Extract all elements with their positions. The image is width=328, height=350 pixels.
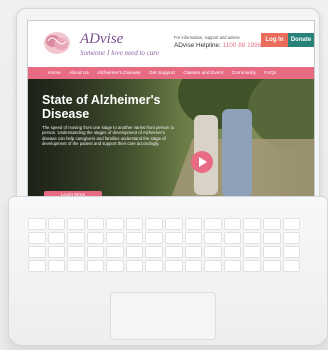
nav-item-alzheimers-disease[interactable]: Alzheimer's Disease [93, 71, 145, 76]
helpline-label: ADvise Helpline: [174, 42, 223, 49]
keyboard [28, 218, 301, 278]
brand-name[interactable]: ADvise [80, 31, 123, 48]
laptop-screen: ADvise Someone I love need to care For i… [27, 20, 315, 202]
donate-button[interactable]: Donate [288, 33, 314, 47]
nav-item-about-us[interactable]: About Us [65, 71, 93, 76]
brain-logo-icon[interactable] [42, 29, 72, 57]
trackpad [110, 292, 216, 340]
login-button[interactable]: Log In [261, 33, 288, 47]
hero-body: The speed of moving from one stage to an… [42, 125, 175, 147]
nav-item-community[interactable]: Community [227, 71, 260, 76]
nav-item-faqs[interactable]: FAQs [260, 71, 280, 76]
play-video-button[interactable] [191, 151, 213, 173]
hero-banner: State of Alzheimer's Disease The speed o… [28, 79, 314, 201]
brand-tagline: Someone I love need to care [80, 49, 159, 57]
hero-elder-figure [222, 109, 252, 197]
helpline: ADvise Helpline: 1100 88 1996 [174, 42, 261, 49]
helpline-note: For information, support and advice [174, 35, 240, 40]
hero-title: State of Alzheimer's Disease [42, 93, 161, 121]
site-header: ADvise Someone I love need to care For i… [28, 21, 314, 67]
helpline-number[interactable]: 1100 88 1996 [223, 42, 262, 49]
nav-item-get-support[interactable]: Get Support [145, 71, 179, 76]
nav-item-home[interactable]: Home [28, 71, 65, 76]
nav-item-classes-and-event[interactable]: Classes and Event [179, 71, 227, 76]
main-nav: Home About Us Alzheimer's Disease Get Su… [28, 67, 314, 79]
